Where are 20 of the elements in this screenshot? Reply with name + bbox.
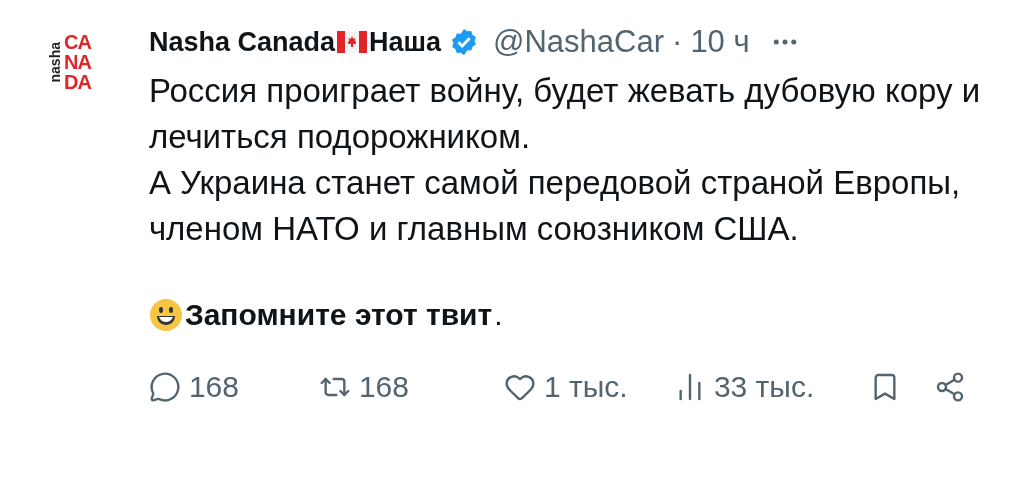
separator: · — [672, 24, 683, 60]
logo-text: NA — [64, 52, 91, 72]
reply-icon[interactable] — [148, 371, 181, 403]
post-time[interactable]: 10 ч — [690, 24, 750, 60]
action-count: 168 — [358, 370, 409, 404]
author-handle[interactable]: @NashaCar — [493, 24, 665, 60]
action-count: 33 тыс. — [713, 370, 815, 404]
author-name[interactable]: Nasha Canada — [148, 26, 335, 58]
logo-text: CA — [64, 32, 91, 52]
smiley-icon — [148, 298, 183, 332]
logo-text: nasha — [48, 41, 62, 83]
action-count: 1 тыс. — [543, 370, 628, 404]
post-text: А Украина станет самой передовой страной Европы, членом НАТО и главным союзником США. — [148, 163, 962, 249]
flag-icon — [336, 31, 367, 53]
author-name[interactable]: Наша — [368, 26, 441, 58]
action-count: 168 — [188, 370, 239, 404]
closing-period: . — [494, 298, 503, 332]
post-text: Россия проиграет войну, будет жевать дубовую кору и лечиться подорожником. — [148, 71, 982, 157]
logo-text: DA — [64, 72, 91, 92]
closing-text: Запомните этот твит — [184, 298, 493, 332]
